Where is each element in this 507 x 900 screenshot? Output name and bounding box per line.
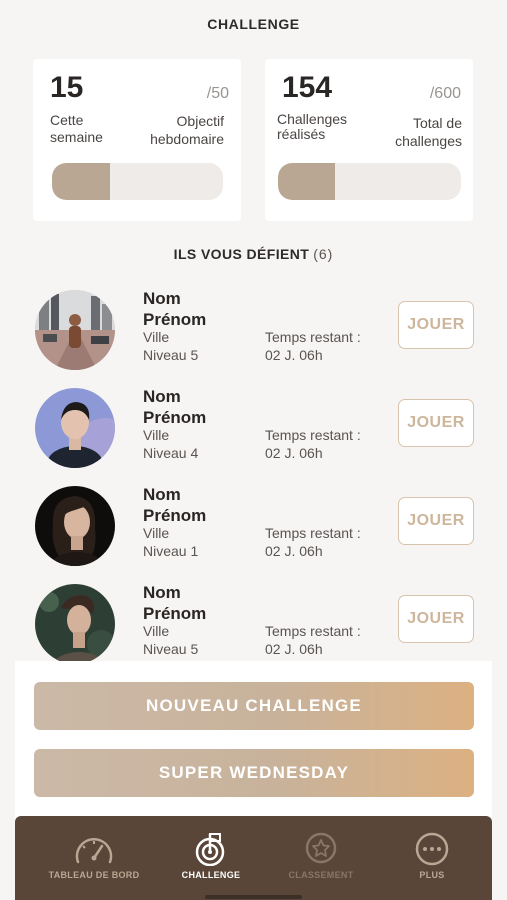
challenger-name: Nom Prénom — [143, 485, 207, 525]
weekly-stat-card: 15 /50 Cette semaine Objectif hebdomaire — [33, 59, 241, 221]
challenger-level: Niveau 5 — [143, 347, 199, 363]
avatar — [35, 486, 115, 566]
tab-challenge[interactable]: CHALLENGE — [151, 832, 271, 892]
challenger-name: Nom Prénom — [143, 387, 207, 427]
avatar — [35, 388, 115, 468]
play-button[interactable]: JOUER — [398, 399, 474, 447]
bottom-tab-bar: TABLEAU DE BORD CHALLENGE CLASSEMENT PLU… — [15, 816, 492, 900]
challengers-count: (6) — [313, 246, 334, 262]
tab-label: CLASSEMENT — [288, 870, 354, 880]
avatar — [35, 584, 115, 664]
play-button[interactable]: JOUER — [398, 301, 474, 349]
time-remaining-label: Temps restant : — [265, 623, 361, 639]
more-dots-icon — [415, 832, 449, 866]
play-button[interactable]: JOUER — [398, 497, 474, 545]
total-value: 154 — [282, 71, 333, 104]
challengers-section-title: ILS VOUS DÉFIENT (6) — [0, 246, 507, 262]
super-wednesday-button[interactable]: SUPER WEDNESDAY — [34, 749, 474, 797]
completed-label: Challenges réalisés — [277, 111, 348, 142]
challenger-row: Nom Prénom Ville Niveau 5 Temps restant … — [0, 286, 507, 382]
challenger-row: Nom Prénom Ville Niveau 1 Temps restant … — [0, 482, 507, 578]
tab-label: PLUS — [419, 870, 445, 880]
challenger-name: Nom Prénom — [143, 583, 207, 623]
challenger-row: Nom Prénom Ville Niveau 4 Temps restant … — [0, 384, 507, 480]
page-title: CHALLENGE — [207, 16, 300, 32]
time-remaining-value: 02 J. 06h — [265, 641, 323, 657]
play-button[interactable]: JOUER — [398, 595, 474, 643]
tab-ranking[interactable]: CLASSEMENT — [261, 832, 381, 892]
challenger-level: Niveau 4 — [143, 445, 199, 461]
star-badge-icon — [305, 832, 337, 864]
tab-more[interactable]: PLUS — [372, 832, 492, 892]
challenger-city: Ville — [143, 427, 170, 443]
challenger-city: Ville — [143, 329, 170, 345]
time-remaining-value: 02 J. 06h — [265, 347, 323, 363]
weekly-max: /50 — [206, 85, 229, 102]
time-remaining-label: Temps restant : — [265, 427, 361, 443]
total-progress-fill — [278, 163, 335, 200]
challenger-city: Ville — [143, 525, 170, 541]
time-remaining-value: 02 J. 06h — [265, 543, 323, 559]
challenger-name: Nom Prénom — [143, 289, 207, 329]
weekly-progress-fill — [52, 163, 111, 200]
avatar — [35, 290, 115, 370]
challenger-city: Ville — [143, 623, 170, 639]
section-title-text: ILS VOUS DÉFIENT — [173, 246, 310, 262]
tab-label: TABLEAU DE BORD — [48, 870, 140, 880]
tab-dashboard[interactable]: TABLEAU DE BORD — [34, 832, 154, 892]
challenger-level: Niveau 5 — [143, 641, 199, 657]
total-stat-card: 154 /600 Challenges réalisés Total de ch… — [265, 59, 473, 221]
time-remaining-label: Temps restant : — [265, 525, 361, 541]
tab-label: CHALLENGE — [181, 870, 241, 880]
time-remaining-label: Temps restant : — [265, 329, 361, 345]
speedometer-icon — [75, 838, 113, 864]
home-indicator — [205, 895, 302, 899]
total-challenges-label: Total de challenges — [395, 115, 462, 149]
total-progress-bar — [278, 163, 461, 200]
challenger-level: Niveau 1 — [143, 543, 199, 559]
target-flag-icon — [195, 833, 225, 866]
weekly-goal-label: Objectif hebdomaire — [150, 113, 224, 147]
weekly-progress-bar — [52, 163, 223, 200]
new-challenge-button[interactable]: NOUVEAU CHALLENGE — [34, 682, 474, 730]
top-bar: CHALLENGE — [0, 0, 507, 48]
time-remaining-value: 02 J. 06h — [265, 445, 323, 461]
weekly-value: 15 — [50, 71, 84, 104]
total-max: /600 — [429, 85, 461, 102]
weekly-label: Cette semaine — [50, 112, 103, 145]
